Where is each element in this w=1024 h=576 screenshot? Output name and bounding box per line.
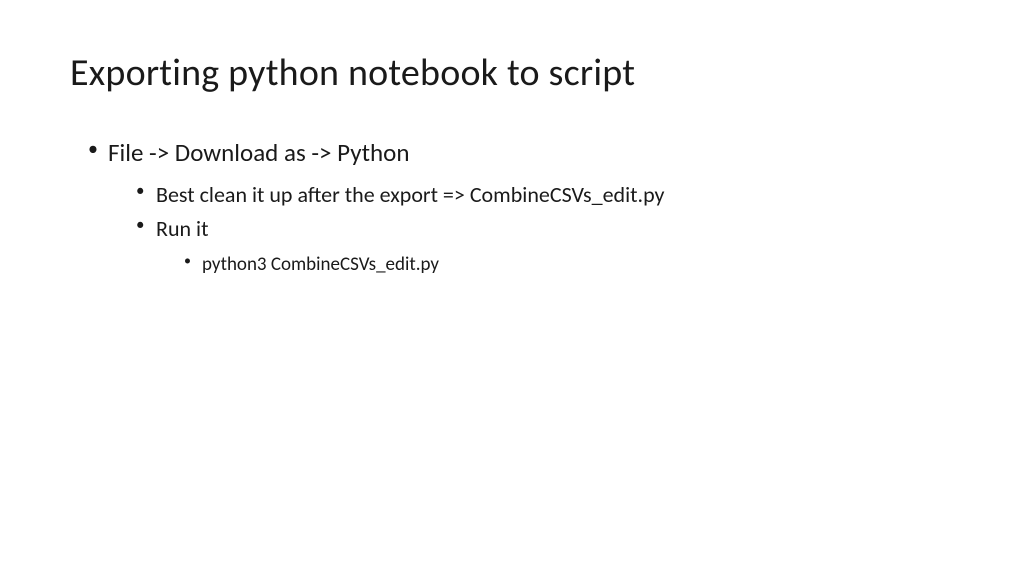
list-item: Best clean it up after the export => Com… [136, 178, 954, 212]
bullet-list-level-3: python3 CombineCSVs_edit.py [156, 250, 954, 279]
bullet-list-level-1: File -> Download as -> Python Best clean… [70, 134, 954, 279]
bullet-text: File -> Download as -> Python [108, 137, 409, 168]
list-item: python3 CombineCSVs_edit.py [184, 250, 954, 279]
bullet-text: Best clean it up after the export => Com… [156, 181, 665, 208]
list-item: Run it python3 CombineCSVs_edit.py [136, 212, 954, 280]
slide-title: Exporting python notebook to script [70, 50, 954, 96]
bullet-text: python3 CombineCSVs_edit.py [202, 253, 439, 276]
list-item: File -> Download as -> Python Best clean… [88, 134, 954, 279]
bullet-text: Run it [156, 215, 208, 242]
bullet-list-level-2: Best clean it up after the export => Com… [108, 178, 954, 280]
